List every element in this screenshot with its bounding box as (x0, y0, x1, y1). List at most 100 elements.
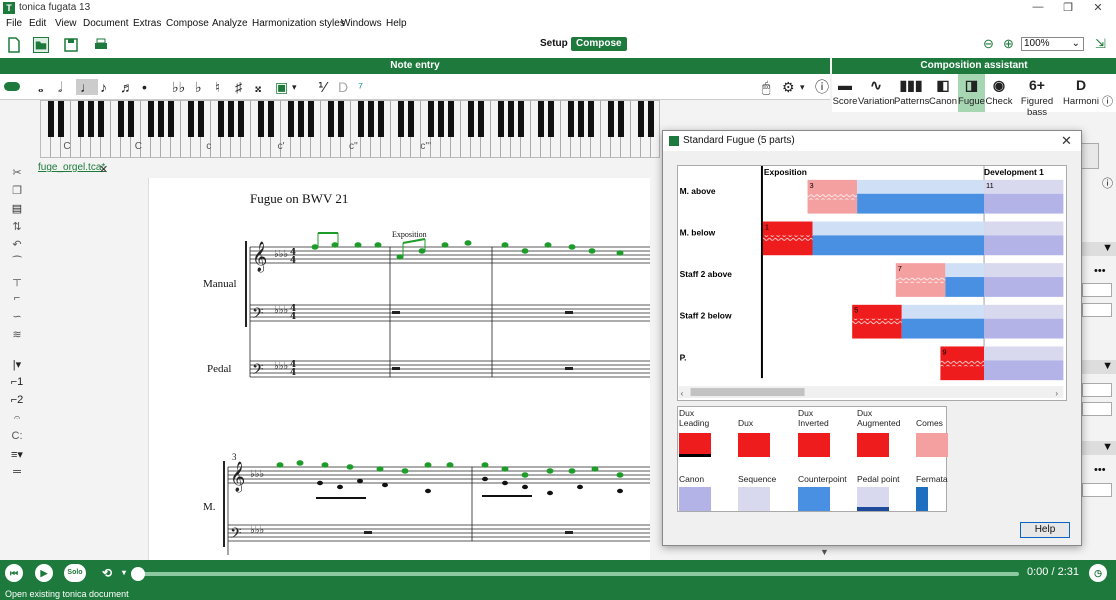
black-key[interactable] (48, 101, 54, 137)
black-key[interactable] (498, 101, 504, 137)
black-key[interactable] (188, 101, 194, 137)
copy-icon[interactable]: ❐ (10, 184, 24, 197)
chevron-down-icon[interactable]: ▾ (292, 79, 297, 95)
gear-icon[interactable]: ⚙ (782, 79, 795, 95)
dropdown[interactable] (1082, 283, 1112, 297)
black-key[interactable] (288, 101, 294, 137)
solo-button[interactable]: Solo (64, 564, 86, 582)
close-tab-icon[interactable]: ✕ (99, 163, 108, 176)
collapse-section[interactable]: ▼ (1082, 242, 1116, 256)
menu-harmonization-styles[interactable]: Harmonization styles (252, 18, 345, 29)
lines-icon[interactable]: ≡▾ (10, 448, 24, 461)
scroll-right-icon[interactable]: › (1055, 389, 1058, 398)
tool-harmonize[interactable]: D Harmoni (1061, 74, 1101, 112)
transpose-icon[interactable]: ⇅ (10, 220, 24, 233)
interval-icon[interactable]: ⅟ (318, 79, 326, 95)
black-key[interactable] (298, 101, 304, 137)
info-icon[interactable]: ⓘ (815, 79, 829, 95)
black-key[interactable] (508, 101, 514, 137)
export-icon[interactable]: ⇲ (1095, 36, 1106, 52)
menu-windows[interactable]: Windows (341, 18, 382, 29)
document-tab[interactable]: fuge_orgel.tca* (38, 162, 105, 173)
sharp-icon[interactable]: ♯ (235, 79, 242, 95)
info-icon[interactable]: ⓘ (1102, 93, 1113, 109)
black-key[interactable] (168, 101, 174, 137)
slur-icon[interactable]: ∽ (10, 310, 24, 323)
more-icon[interactable]: ••• (1094, 265, 1106, 277)
close-icon[interactable]: ✕ (1083, 1, 1113, 15)
black-key[interactable] (358, 101, 364, 137)
paste-icon[interactable]: ▤ (10, 202, 24, 215)
black-key[interactable] (588, 101, 594, 137)
tie-icon[interactable]: ⁀ (10, 256, 24, 269)
restore-icon[interactable]: ❐ (1053, 1, 1083, 15)
spacing-icon[interactable]: ═ (10, 466, 24, 478)
ending2-icon[interactable]: ⌐2 (10, 394, 24, 406)
black-key[interactable] (258, 101, 264, 137)
black-key[interactable] (578, 101, 584, 137)
dropdown[interactable] (1082, 483, 1112, 497)
minimize-icon[interactable]: — (1023, 1, 1053, 15)
zoom-in-icon[interactable]: ⊕ (1003, 36, 1014, 52)
black-key[interactable] (218, 101, 224, 137)
black-key[interactable] (78, 101, 84, 137)
black-key[interactable] (158, 101, 164, 137)
black-key[interactable] (438, 101, 444, 137)
time-signature-icon[interactable]: C: (10, 430, 24, 442)
flat-icon[interactable]: ♭ (195, 79, 202, 95)
double-flat-icon[interactable]: ♭♭ (172, 79, 185, 95)
black-key[interactable] (118, 101, 124, 137)
tool-check[interactable]: ◉ Check (985, 74, 1013, 112)
barline-icon[interactable]: |▾ (10, 358, 24, 371)
tool-canon[interactable]: ◧ Canon (928, 74, 958, 112)
black-key[interactable] (58, 101, 64, 137)
black-key[interactable] (238, 101, 244, 137)
beam-icon[interactable]: ⌐ (10, 292, 24, 304)
black-key[interactable] (228, 101, 234, 137)
sixteenth-note-icon[interactable]: ♬ (120, 79, 134, 95)
tool-patterns[interactable]: ▮▮▮ Patterns (894, 74, 929, 112)
cut-icon[interactable]: ✂ (10, 166, 24, 179)
black-key[interactable] (428, 101, 434, 137)
close-icon[interactable]: ✕ (1061, 133, 1072, 149)
menu-analyze[interactable]: Analyze (212, 18, 248, 29)
print-icon[interactable] (93, 37, 109, 53)
black-key[interactable] (268, 101, 274, 137)
menu-document[interactable]: Document (83, 18, 129, 29)
dominant-icon[interactable]: D (338, 79, 348, 95)
black-key[interactable] (408, 101, 414, 137)
collapse-section[interactable]: ▼ (1082, 441, 1116, 455)
black-key[interactable] (468, 101, 474, 137)
zoom-select[interactable]: 100% ⌄ (1021, 37, 1084, 51)
loop-icon[interactable]: ⟲ (98, 564, 116, 582)
scroll-left-icon[interactable]: ‹ (681, 389, 684, 398)
double-sharp-icon[interactable]: 𝄪 (255, 79, 261, 95)
black-key[interactable] (648, 101, 654, 137)
dropdown[interactable] (1082, 402, 1112, 416)
quarter-note-icon[interactable]: ♩ (76, 79, 98, 95)
black-key[interactable] (308, 101, 314, 137)
black-key[interactable] (88, 101, 94, 137)
black-key[interactable] (148, 101, 154, 137)
black-key[interactable] (478, 101, 484, 137)
black-key[interactable] (368, 101, 374, 137)
black-key[interactable] (618, 101, 624, 137)
seventh-icon[interactable]: ⁷ (358, 79, 363, 95)
speed-icon[interactable]: ◷ (1089, 564, 1107, 582)
black-key[interactable] (448, 101, 454, 137)
piano-keyboard[interactable]: C Cc c' c'' c''' (40, 100, 660, 158)
help-button[interactable]: Help (1020, 522, 1070, 538)
retrograde-icon[interactable]: ↶ (10, 238, 24, 251)
score-notation[interactable]: 𝄞𝄢𝄢 𝄞𝄢 ♭♭♭♭♭♭♭♭♭ 44 44 44 ♭♭♭♭♭♭ (200, 225, 652, 560)
tool-figured-bass[interactable]: 6+ Figured bass (1013, 74, 1061, 118)
scroll-down-icon[interactable]: ▼ (820, 547, 829, 557)
save-icon[interactable] (63, 37, 79, 53)
fermata-icon[interactable]: 𝄐 (10, 412, 24, 425)
open-document-icon[interactable] (33, 37, 49, 53)
black-key[interactable] (568, 101, 574, 137)
tool-fugue[interactable]: ◨ Fugue (958, 74, 985, 112)
black-key[interactable] (338, 101, 344, 137)
menu-view[interactable]: View (55, 18, 77, 29)
ending1-icon[interactable]: ⌐1 (10, 376, 24, 388)
black-key[interactable] (98, 101, 104, 137)
